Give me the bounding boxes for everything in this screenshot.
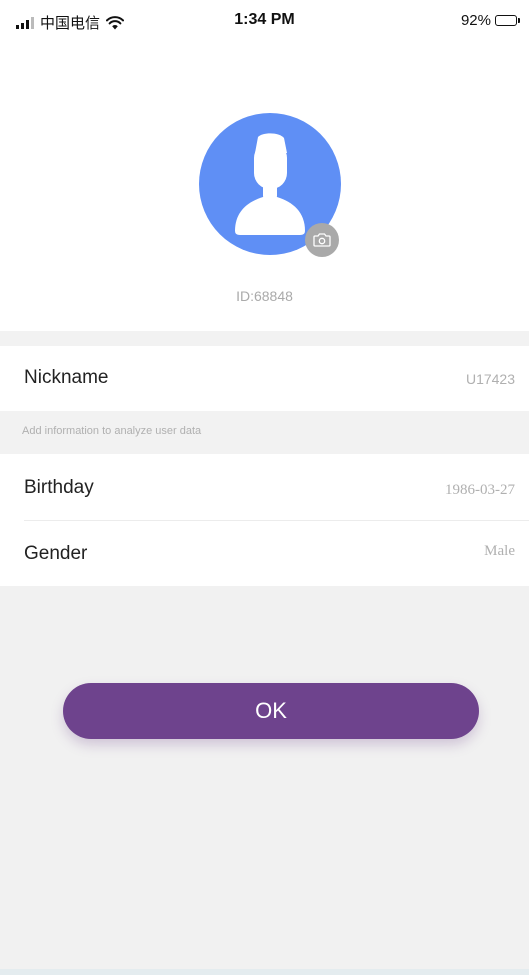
status-time: 1:34 PM [234,11,295,28]
nickname-row[interactable]: Nickname U17423 [0,346,529,411]
nickname-value: U17423 [465,371,515,387]
birthday-row[interactable]: Birthday 1986-03-27 [0,454,529,520]
ok-button[interactable]: OK [63,683,479,739]
nickname-label: Nickname [24,367,109,388]
battery-percent: 92% [460,12,491,29]
birthday-label: Birthday [24,477,94,498]
status-right: 92% [460,12,520,29]
hint-bar: Add information to analyze user data [0,411,529,454]
bottom-strip [0,969,529,975]
hint-text: Add information to analyze user data [22,425,202,437]
battery-icon [495,15,520,26]
camera-icon[interactable] [305,223,339,257]
birthday-value: 1986-03-27 [445,482,515,498]
gender-row[interactable]: Gender Male [0,521,529,586]
avatar-container[interactable] [199,113,341,257]
gender-label: Gender [24,543,88,564]
user-id: ID:68848 [236,288,293,304]
battery-tip [518,18,520,23]
status-bar: 中国电信 1:34 PM 92% [0,0,529,44]
section-gap [0,331,529,346]
bottom-area [0,586,529,975]
gender-value: Male [484,543,515,559]
